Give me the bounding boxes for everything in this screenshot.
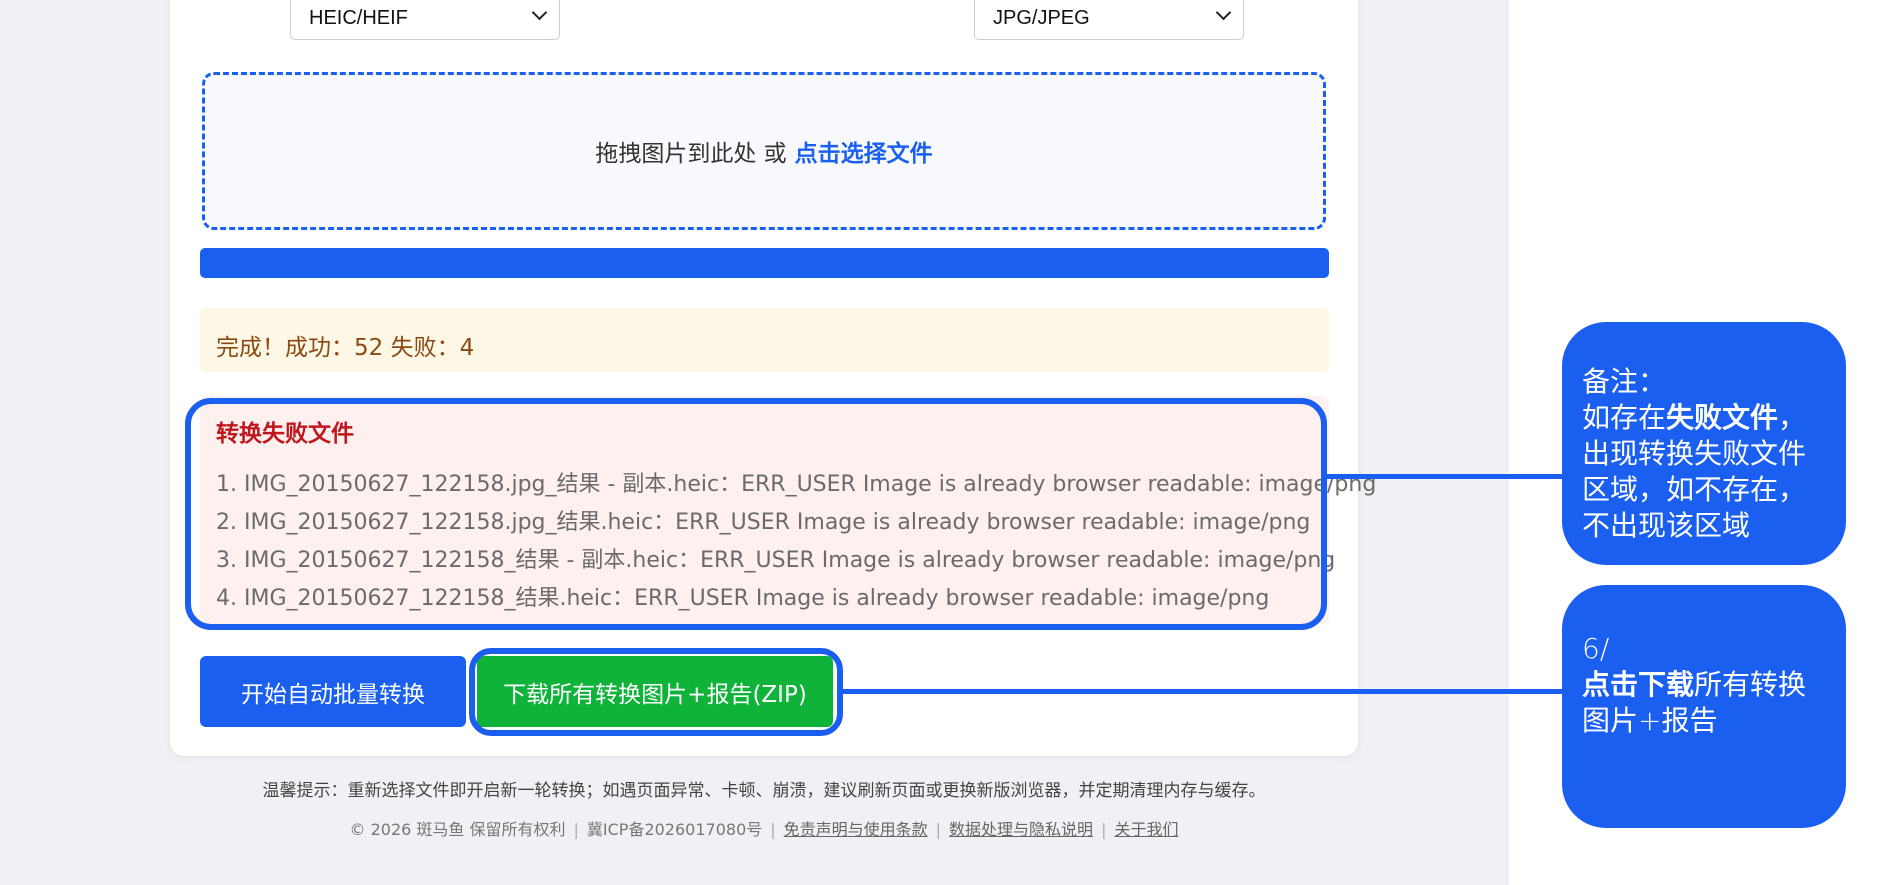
note1-line: 备注： xyxy=(1582,365,1667,398)
dropzone-prompt: 拖拽图片到此处 或 xyxy=(595,141,787,167)
note2-line: 图片+报告 xyxy=(1582,704,1718,737)
download-zip-button[interactable]: 下载所有转换图片+报告(ZIP) xyxy=(477,656,833,727)
about-link[interactable]: 关于我们 xyxy=(1114,820,1178,839)
note2-line: 点击下载所有转换 xyxy=(1582,668,1807,701)
failed-files-panel: 转换失败文件 1. IMG_20150627_122158.jpg_结果 - 副… xyxy=(200,396,1377,624)
note1-line: 区域，如不存在， xyxy=(1582,473,1807,506)
status-text: 完成！成功：52 失败：4 xyxy=(216,335,475,361)
target-format-select[interactable]: JPG/JPEG xyxy=(974,0,1244,40)
chevron-down-icon xyxy=(1215,4,1232,21)
note1-line: 如存在失败文件， xyxy=(1582,401,1807,434)
file-dropzone[interactable]: 拖拽图片到此处 或 点击选择文件 xyxy=(202,72,1326,230)
footer: © 2026 斑马鱼 保留所有权利 | 冀ICP备2026017080号 | 免责声明与… xyxy=(170,816,1358,840)
chevron-down-icon xyxy=(531,4,548,21)
start-batch-convert-button[interactable]: 开始自动批量转换 xyxy=(200,656,466,727)
failed-file-item: 2. IMG_20150627_122158.jpg_结果.heic：ERR_U… xyxy=(216,510,1311,535)
annotation-note-failed-files: 备注： 如存在失败文件， 出现转换失败文件 区域，如不存在， 不出现该区域 xyxy=(1562,322,1846,565)
failed-file-item: 4. IMG_20150627_122158_结果.heic：ERR_USER … xyxy=(216,586,1270,611)
annotation-note-download: 6/ 点击下载所有转换 图片+报告 xyxy=(1562,585,1846,828)
status-message: 完成！成功：52 失败：4 xyxy=(200,308,1329,372)
copyright-text: © 2026 斑马鱼 保留所有权利 xyxy=(349,820,566,839)
icp-text: 冀ICP备2026017080号 xyxy=(586,820,763,839)
progress-bar xyxy=(200,248,1329,278)
failed-files-title: 转换失败文件 xyxy=(216,421,354,447)
note2-line: 6/ xyxy=(1582,632,1610,665)
failed-file-item: 3. IMG_20150627_122158_结果 - 副本.heic：ERR_… xyxy=(216,548,1336,573)
privacy-link[interactable]: 数据处理与隐私说明 xyxy=(949,820,1093,839)
target-format-value: JPG/JPEG xyxy=(993,7,1090,29)
select-files-link[interactable]: 点击选择文件 xyxy=(795,134,933,168)
terms-link[interactable]: 免责声明与使用条款 xyxy=(784,820,928,839)
tip-text: 温馨提示：重新选择文件即开启新一轮转换；如遇页面异常、卡顿、崩溃，建议刷新页面或… xyxy=(262,781,1266,801)
note1-connector xyxy=(1327,474,1567,479)
note2-connector xyxy=(843,689,1567,694)
source-format-select[interactable]: HEIC/HEIF xyxy=(290,0,560,40)
footer-separator: | xyxy=(573,820,579,839)
footer-separator: | xyxy=(1101,820,1107,839)
note1-line: 不出现该区域 xyxy=(1582,509,1751,542)
footer-separator: | xyxy=(770,820,776,839)
note1-line: 出现转换失败文件 xyxy=(1582,437,1807,470)
footer-separator: | xyxy=(935,820,942,839)
failed-file-item: 1. IMG_20150627_122158.jpg_结果 - 副本.heic：… xyxy=(216,472,1377,497)
source-format-value: HEIC/HEIF xyxy=(309,7,408,29)
